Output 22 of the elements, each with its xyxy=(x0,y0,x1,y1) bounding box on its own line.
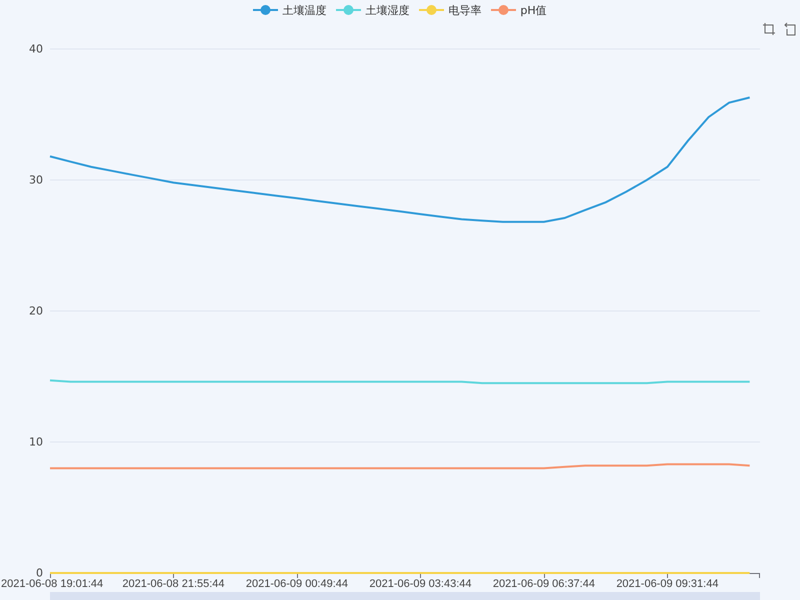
y-axis-label: 40 xyxy=(29,42,43,56)
legend-label[interactable]: 土壤湿度 xyxy=(365,2,410,18)
x-axis-label: 2021-06-09 03:43:44 xyxy=(369,578,472,590)
x-axis-label: 2021-06-08 19:01:44 xyxy=(1,578,104,590)
legend-label[interactable]: pH值 xyxy=(520,2,547,18)
zoom-icon[interactable] xyxy=(762,22,776,36)
x-axis-label: 2021-06-09 06:37:44 xyxy=(492,578,595,590)
legend-marker-icon[interactable] xyxy=(336,3,362,17)
legend-label[interactable]: 土壤温度 xyxy=(282,2,326,18)
legend-marker-icon[interactable] xyxy=(419,3,444,17)
legend-label[interactable]: 电导率 xyxy=(448,2,482,18)
y-axis-label: 0 xyxy=(36,566,43,580)
legend-marker-icon[interactable] xyxy=(253,3,278,17)
legend-marker-icon[interactable] xyxy=(491,3,516,17)
x-axis-label: 2021-06-09 00:49:44 xyxy=(246,578,348,590)
y-axis-label: 10 xyxy=(29,436,43,448)
y-axis-label: 20 xyxy=(29,304,43,318)
y-axis-label: 30 xyxy=(29,174,43,186)
data-zoom-slider[interactable] xyxy=(50,592,760,600)
x-axis-label: 2021-06-09 09:31:44 xyxy=(616,578,718,590)
x-axis-label: 2021-06-08 21:55:44 xyxy=(122,578,225,590)
undo-icon[interactable] xyxy=(784,22,798,36)
